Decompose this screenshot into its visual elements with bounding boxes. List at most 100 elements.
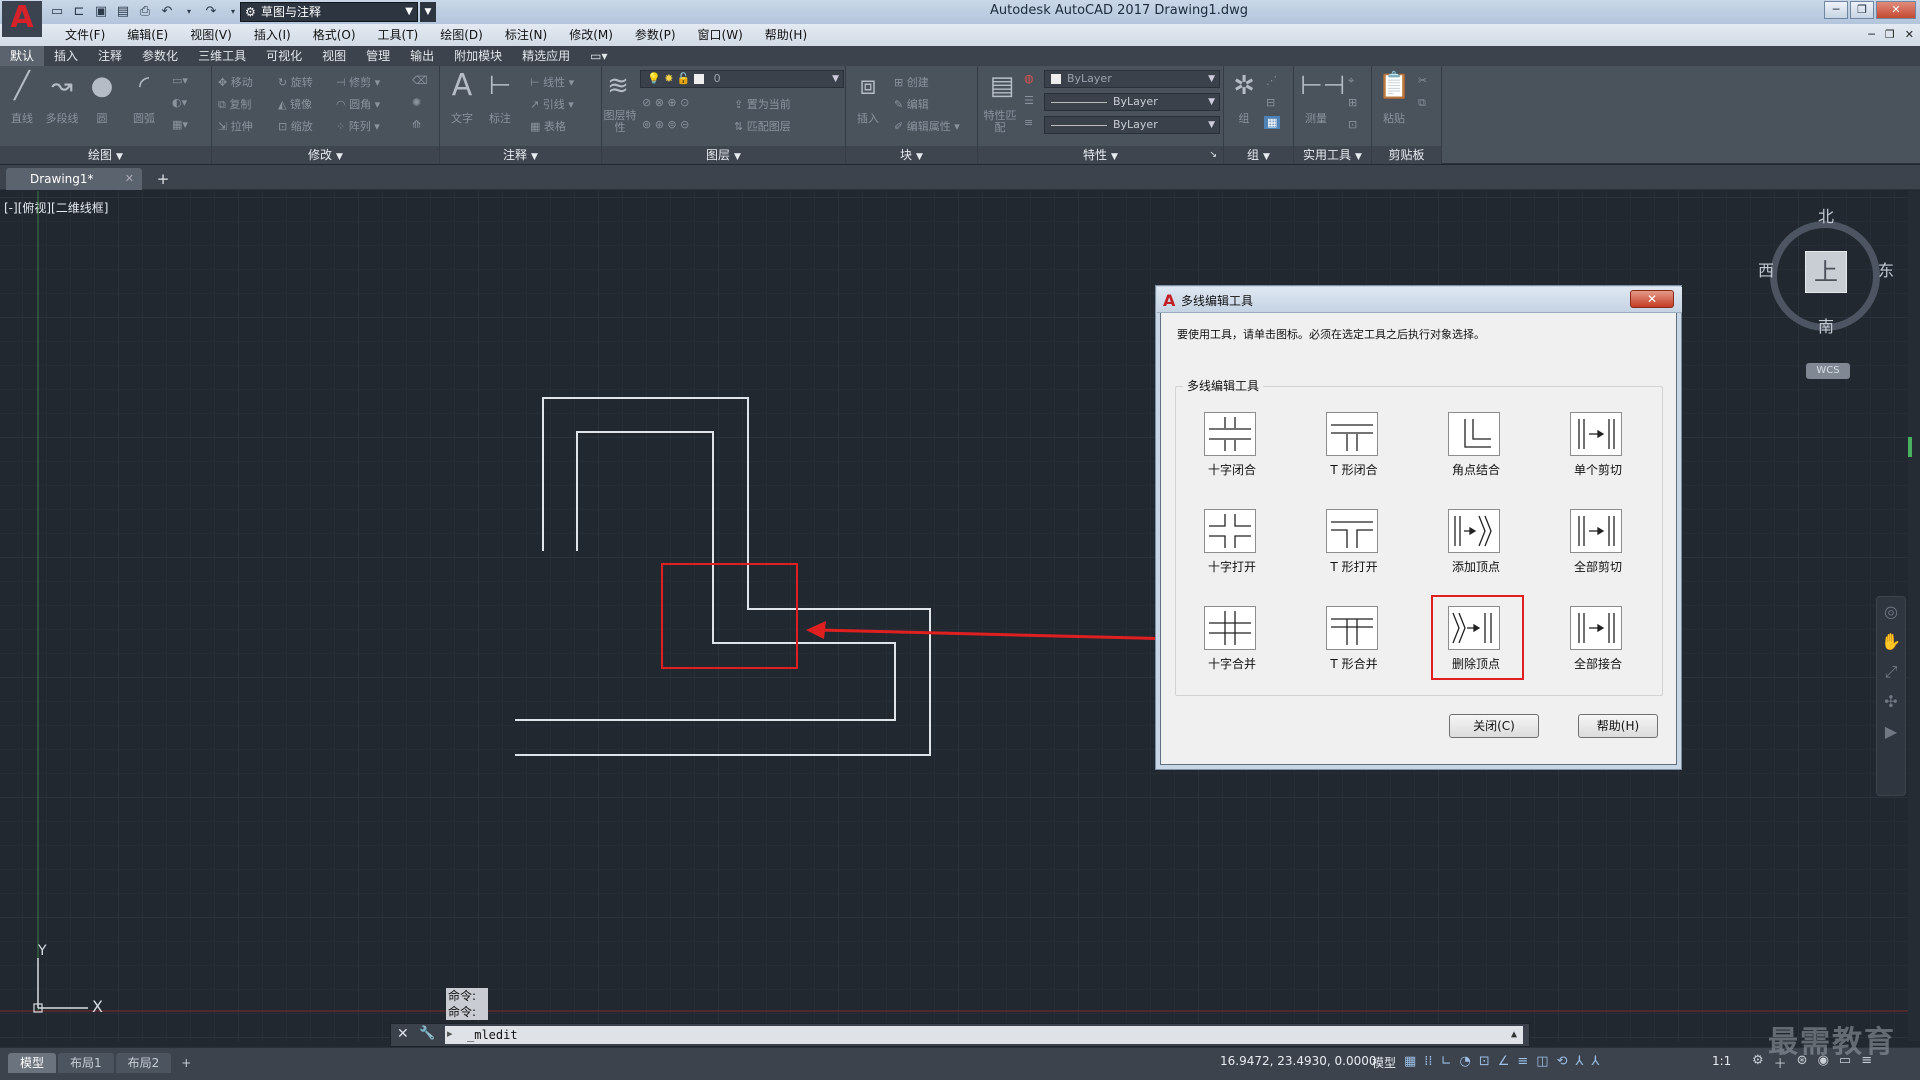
dimension-icon[interactable]: ⊢ bbox=[484, 70, 516, 102]
gear-icon[interactable]: ⚙ bbox=[1752, 1053, 1764, 1072]
wcs-dropdown[interactable]: WCS bbox=[1806, 363, 1850, 379]
cut-icon[interactable]: ✂ bbox=[1418, 74, 1427, 87]
tab-output[interactable]: 输出 bbox=[400, 46, 444, 66]
corner-joint-icon[interactable] bbox=[1448, 412, 1500, 456]
erase-icon[interactable]: ⌫ bbox=[412, 74, 428, 87]
text-icon[interactable]: A bbox=[446, 70, 478, 102]
panel-properties-title[interactable]: 特性 ▼ ↘ bbox=[978, 146, 1223, 164]
tool-edit-attributes[interactable]: ✐ 编辑属性 ▾ bbox=[894, 118, 960, 134]
circle-icon[interactable]: ● bbox=[86, 70, 118, 102]
model-space-toggle[interactable]: 模型 bbox=[1372, 1054, 1396, 1071]
viewcube-top-face[interactable]: 上 bbox=[1805, 251, 1847, 293]
tool-line[interactable]: 直线 bbox=[2, 110, 42, 126]
explode-icon[interactable]: ✺ bbox=[412, 96, 421, 109]
dialog-launcher-icon[interactable]: ↘ bbox=[1209, 146, 1217, 164]
osnap-icon[interactable]: ⊡ bbox=[1479, 1054, 1490, 1069]
rectangle-icon[interactable]: ▭▾ bbox=[172, 74, 188, 87]
tool-merged-tee[interactable]: T 形合并 bbox=[1299, 606, 1409, 686]
document-tab[interactable]: Drawing1* ✕ bbox=[6, 168, 142, 190]
undo-icon[interactable]: ↶ bbox=[158, 3, 176, 21]
layer-tools-row2[interactable]: ⊚ ⊛ ⊜ ⊝ bbox=[642, 118, 689, 131]
menu-edit[interactable]: 编辑(E) bbox=[116, 24, 179, 46]
panel-layers-title[interactable]: 图层 ▼ bbox=[602, 146, 845, 164]
tool-measure[interactable]: 测量 bbox=[1298, 110, 1334, 126]
tab-addins[interactable]: 附加模块 bbox=[444, 46, 512, 66]
tool-layer-properties[interactable]: 图层特性 bbox=[602, 110, 638, 134]
dialog-close-button[interactable]: ✕ bbox=[1630, 290, 1674, 308]
tool-polyline[interactable]: 多段线 bbox=[40, 110, 84, 126]
tool-match-layer[interactable]: ⇅ 匹配图层 bbox=[734, 118, 791, 134]
tool-weld-all[interactable]: 全部接合 bbox=[1543, 606, 1653, 686]
workspace-selector[interactable]: ⚙ 草图与注释 ▼ bbox=[240, 2, 418, 22]
menu-window[interactable]: 窗口(W) bbox=[687, 24, 754, 46]
tool-paste[interactable]: 粘贴 bbox=[1376, 110, 1412, 126]
tab-visualize[interactable]: 可视化 bbox=[256, 46, 312, 66]
tab-featured-apps[interactable]: 精选应用 bbox=[512, 46, 580, 66]
linetype-dropdown[interactable]: ByLayer ▼ bbox=[1044, 93, 1220, 111]
menu-insert[interactable]: 插入(I) bbox=[243, 24, 302, 46]
layout-tab-model[interactable]: 模型 bbox=[8, 1053, 57, 1073]
weld-all-icon[interactable] bbox=[1570, 606, 1622, 650]
pan-icon[interactable]: ✋ bbox=[1877, 627, 1905, 657]
panel-block-title[interactable]: 块 ▼ bbox=[846, 146, 977, 164]
layout-tab-2[interactable]: 布局2 bbox=[115, 1053, 172, 1073]
tool-group[interactable]: 组 bbox=[1228, 110, 1260, 126]
dialog-title-bar[interactable]: A 多线编辑工具 ✕ bbox=[1157, 287, 1682, 313]
save-icon[interactable]: ▣ bbox=[92, 3, 110, 21]
tool-open-tee[interactable]: T 形打开 bbox=[1299, 509, 1409, 589]
dropdown-icon[interactable]: ▾ bbox=[180, 3, 198, 21]
tool-scale[interactable]: ⊡ 缩放 bbox=[278, 118, 313, 134]
menu-modify[interactable]: 修改(M) bbox=[558, 24, 624, 46]
menu-file[interactable]: 文件(F) bbox=[54, 24, 116, 46]
tool-cut-all[interactable]: 全部剪切 bbox=[1543, 509, 1653, 589]
tool-linear[interactable]: ⊢ 线性 ▾ bbox=[530, 74, 574, 90]
tool-circle[interactable]: 圆 bbox=[84, 110, 120, 126]
tool-edit-block[interactable]: ✎ 编辑 bbox=[894, 96, 929, 112]
measure-icon[interactable]: ⊢⊣ bbox=[1300, 70, 1345, 102]
panel-utilities-title[interactable]: 实用工具 ▼ bbox=[1294, 146, 1371, 164]
close-tab-icon[interactable]: ✕ bbox=[125, 168, 134, 190]
open-icon[interactable]: ⊏ bbox=[70, 3, 88, 21]
panel-groups-title[interactable]: 组 ▼ bbox=[1224, 146, 1293, 164]
panel-draw-title[interactable]: 绘图 ▼ bbox=[0, 146, 211, 164]
annotation-scale[interactable]: 1:1 bbox=[1712, 1054, 1731, 1068]
dialog-help-button[interactable]: 帮助(H) bbox=[1578, 714, 1658, 738]
tool-corner-joint[interactable]: 角点结合 bbox=[1421, 412, 1531, 492]
menu-dimension[interactable]: 标注(N) bbox=[494, 24, 558, 46]
color-dropdown[interactable]: ByLayer ▼ bbox=[1044, 70, 1220, 88]
autocad-logo-button[interactable]: A bbox=[2, 1, 42, 37]
calculator-icon[interactable]: ⊞ bbox=[1348, 96, 1357, 109]
paste-icon[interactable]: 📋 bbox=[1378, 70, 1410, 102]
print-icon[interactable]: ⎙ bbox=[136, 3, 154, 21]
new-tab-button[interactable]: + bbox=[152, 169, 174, 189]
tab-manage[interactable]: 管理 bbox=[356, 46, 400, 66]
showmotion-icon[interactable]: ▶ bbox=[1877, 717, 1905, 747]
group-edit-icon[interactable]: ⊟ bbox=[1266, 96, 1275, 109]
closed-tee-icon[interactable] bbox=[1326, 412, 1378, 456]
add-vertex-icon[interactable] bbox=[1448, 509, 1500, 553]
group-icon[interactable]: ✲ bbox=[1228, 70, 1260, 102]
copy-clip-icon[interactable]: ⧉ bbox=[1418, 96, 1426, 110]
tool-mirror[interactable]: ◭ 镜像 bbox=[278, 96, 312, 112]
layer-properties-icon[interactable]: ≋ bbox=[602, 70, 634, 102]
annotation-visibility-icon[interactable]: ⅄ bbox=[1575, 1054, 1583, 1069]
tool-table[interactable]: ▦ 表格 bbox=[530, 118, 566, 134]
restore-button[interactable]: ❐ bbox=[1850, 1, 1874, 19]
lineweight-toggle-icon[interactable]: ≡ bbox=[1517, 1054, 1528, 1069]
menu-tools[interactable]: 工具(T) bbox=[367, 24, 430, 46]
polyline-icon[interactable]: ↝ bbox=[46, 70, 78, 102]
grid-icon[interactable]: ▦ bbox=[1404, 1054, 1416, 1069]
tool-cut-single[interactable]: 单个剪切 bbox=[1543, 412, 1653, 492]
tool-fillet[interactable]: ◠ 圆角 ▾ bbox=[336, 96, 380, 112]
ortho-icon[interactable]: ∟ bbox=[1441, 1054, 1452, 1069]
add-layout-button[interactable]: + bbox=[173, 1053, 199, 1073]
line-icon[interactable]: ╱ bbox=[6, 70, 38, 102]
steering-wheel-icon[interactable]: ◎ bbox=[1877, 597, 1905, 627]
otrack-icon[interactable]: ∠ bbox=[1498, 1054, 1510, 1069]
boundary-icon[interactable]: ▦▾ bbox=[172, 118, 188, 131]
menu-help[interactable]: 帮助(H) bbox=[754, 24, 818, 46]
compass-east[interactable]: 东 bbox=[1878, 257, 1894, 281]
hatch-icon[interactable]: ◐▾ bbox=[172, 96, 187, 109]
viewcube[interactable]: 北 南 西 东 上 bbox=[1758, 207, 1894, 341]
minimize-button[interactable]: ─ bbox=[1824, 1, 1848, 19]
